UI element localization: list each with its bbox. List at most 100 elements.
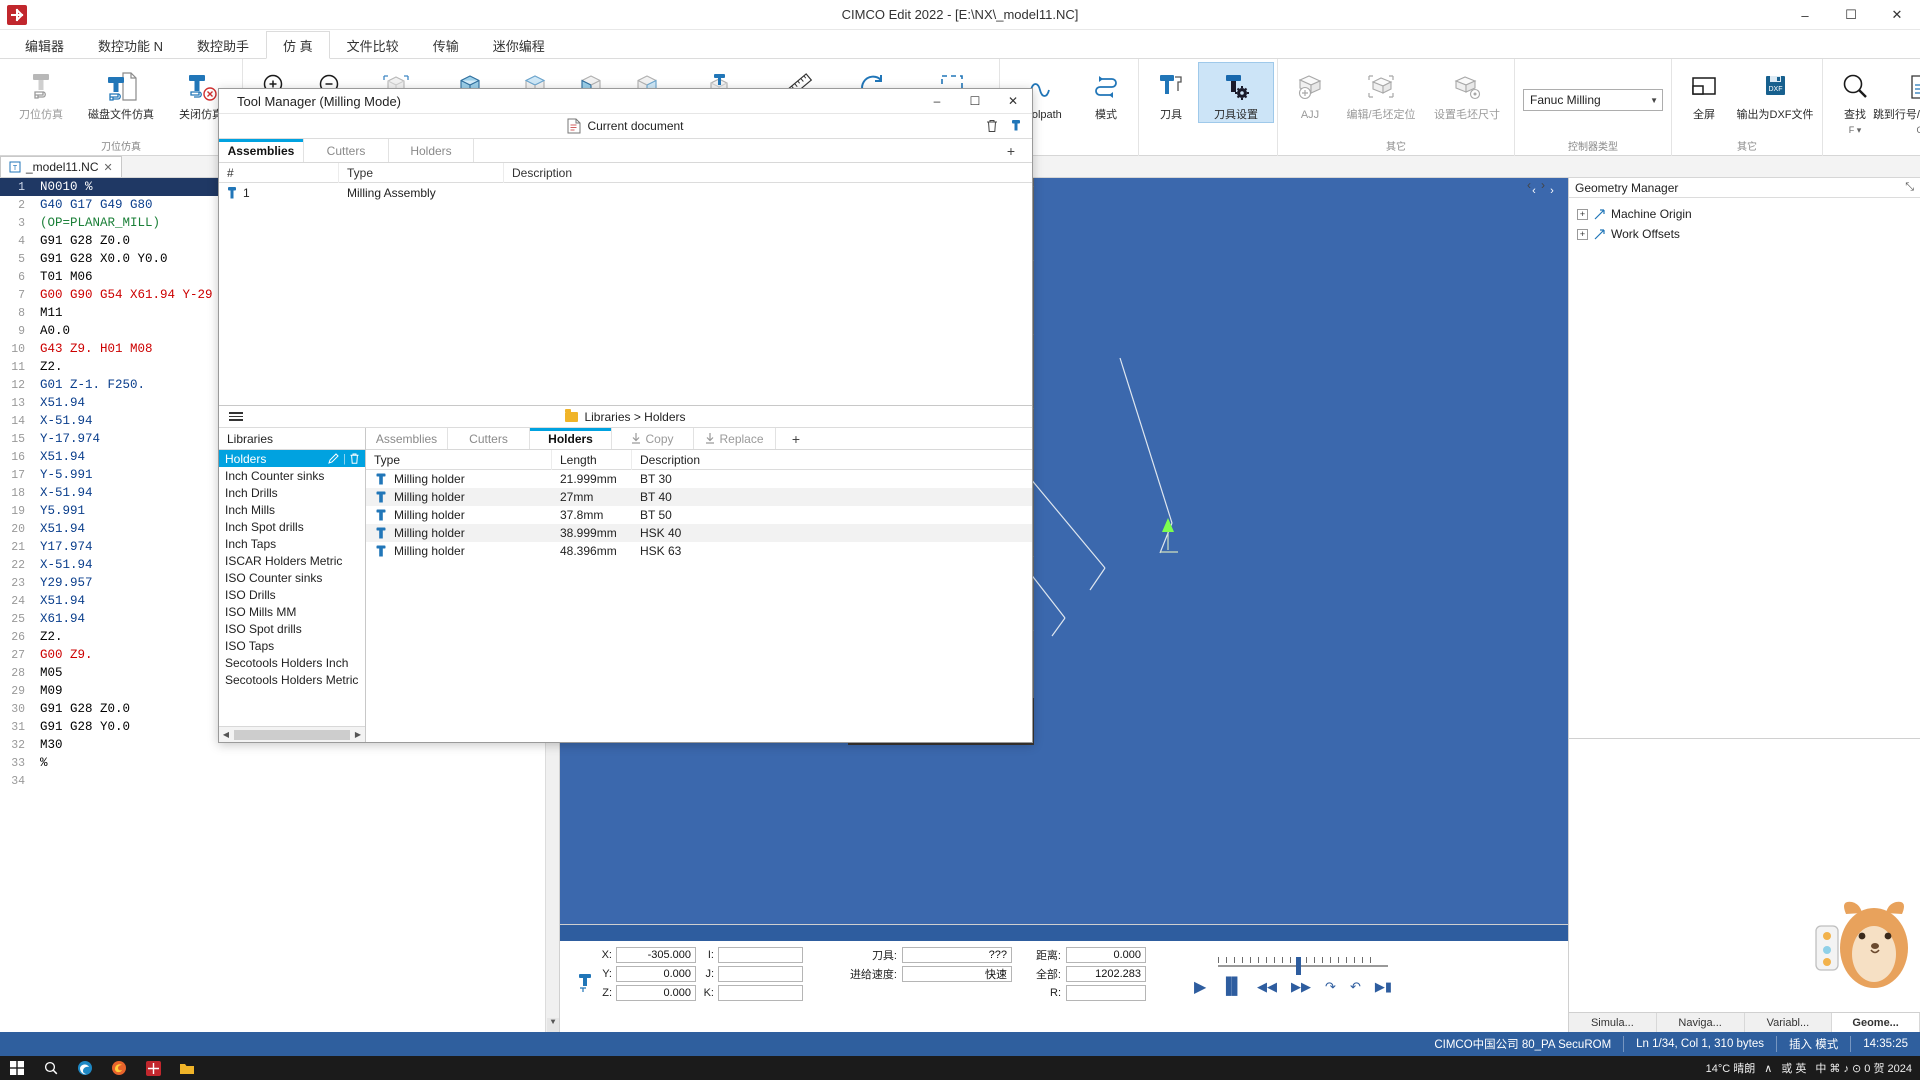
windows-start-icon[interactable] xyxy=(0,1056,34,1080)
tree-node-work-offsets[interactable]: + Work Offsets xyxy=(1573,224,1916,244)
ribbon-tab-editor[interactable]: 编辑器 xyxy=(8,31,81,59)
ribbon-button-tool-sim[interactable]: 刀位仿真 xyxy=(4,63,78,122)
table-row[interactable]: Milling holder 21.999mm BT 30 xyxy=(366,470,1032,488)
ribbon-button-edit-stock[interactable]: 编辑/毛坯定位 xyxy=(1338,63,1424,122)
field-i[interactable] xyxy=(718,947,803,963)
library-list-item[interactable]: ISO Taps xyxy=(219,637,365,654)
library-list-item[interactable]: ISO Spot drills xyxy=(219,620,365,637)
field-total[interactable]: 1202.283 xyxy=(1066,966,1146,982)
simulation-speed-slider[interactable] xyxy=(1218,949,1388,975)
search-icon[interactable] xyxy=(34,1056,68,1080)
hscroll-thumb[interactable] xyxy=(234,729,350,740)
dialog-minimize-button[interactable]: – xyxy=(918,89,956,114)
libraries-hscrollbar[interactable]: ◀ ▶ xyxy=(219,726,365,742)
ribbon-tab-file-compare[interactable]: 文件比较 xyxy=(330,31,416,59)
loop-forward-button[interactable]: ↷ xyxy=(1325,979,1336,995)
tray-weather[interactable]: 14°C 晴朗 xyxy=(1706,1060,1756,1076)
maximize-button[interactable]: ☐ xyxy=(1828,0,1874,30)
tray-note[interactable]: 中 ⌘ ♪ ⊙ 0 贺 2024 xyxy=(1815,1060,1912,1076)
library-list-item[interactable]: Inch Taps xyxy=(219,535,365,552)
field-r[interactable] xyxy=(1066,985,1146,1001)
tab-assemblies[interactable]: Assemblies xyxy=(219,139,304,162)
tab-cutters[interactable]: Cutters xyxy=(304,139,389,162)
ribbon-tab-nc-assistant[interactable]: 数控助手 xyxy=(180,31,266,59)
viewport-next-icon[interactable]: › xyxy=(1544,182,1560,200)
speed-slider-track[interactable] xyxy=(1218,957,1388,975)
lower-tab-cutters[interactable]: Cutters xyxy=(448,428,530,449)
scroll-down-button[interactable]: ▼ xyxy=(547,1018,559,1032)
table-row[interactable]: Milling holder 48.396mm HSK 63 xyxy=(366,542,1032,560)
ribbon-button-dxf-export[interactable]: DXF 输出为DXF文件 xyxy=(1732,63,1818,122)
copy-button[interactable]: Copy xyxy=(612,428,694,449)
dialog-maximize-button[interactable]: ☐ xyxy=(956,89,994,114)
col-description[interactable]: Description xyxy=(504,163,1032,183)
controller-type-combo[interactable]: Fanuc Milling ▼ xyxy=(1523,89,1663,111)
panel-tab-variables[interactable]: Variabl... xyxy=(1744,1013,1833,1032)
ribbon-button-tool[interactable]: 刀具 xyxy=(1143,63,1199,122)
ribbon-button-goto-line[interactable]: 跳到行号/字号/段号 G xyxy=(1873,63,1920,137)
table-row[interactable]: Milling holder 38.999mm HSK 40 xyxy=(366,524,1032,542)
code-line[interactable]: 33% xyxy=(0,754,559,772)
library-list-item[interactable]: ISO Counter sinks xyxy=(219,569,365,586)
library-list-item[interactable]: ISO Drills xyxy=(219,586,365,603)
folder-icon[interactable] xyxy=(170,1056,204,1080)
panel-next-icon[interactable]: › xyxy=(1541,178,1545,192)
loop-back-button[interactable]: ↶ xyxy=(1350,979,1361,995)
ribbon-button-find[interactable]: 查找 F ▾ xyxy=(1827,63,1883,137)
delete-assembly-icon[interactable] xyxy=(986,119,998,133)
library-list-item[interactable]: Inch Counter sinks xyxy=(219,467,365,484)
library-list-item[interactable]: ISCAR Holders Metric xyxy=(219,552,365,569)
panel-pin-icon[interactable]: ⤡ xyxy=(1905,181,1914,194)
panel-tab-navigator[interactable]: Naviga... xyxy=(1656,1013,1745,1032)
replace-button[interactable]: Replace xyxy=(694,428,776,449)
field-k[interactable] xyxy=(718,985,803,1001)
library-list-item[interactable]: Holders | xyxy=(219,450,365,467)
col-number[interactable]: # xyxy=(219,162,339,183)
hscroll-left-icon[interactable]: ◀ xyxy=(219,730,233,739)
ribbon-tab-simulation[interactable]: 仿 真 xyxy=(266,31,330,59)
panel-tab-geometry[interactable]: Geome... xyxy=(1832,1013,1920,1032)
ribbon-tab-transfer[interactable]: 传输 xyxy=(416,31,476,59)
firefox-icon[interactable] xyxy=(102,1056,136,1080)
delete-icon[interactable] xyxy=(350,453,359,464)
field-j[interactable] xyxy=(718,966,803,982)
library-list-item[interactable]: ISO Mills MM xyxy=(219,603,365,620)
hscroll-right-icon[interactable]: ▶ xyxy=(351,730,365,739)
edit-icon[interactable] xyxy=(328,453,339,464)
expander-icon[interactable]: + xyxy=(1577,228,1588,240)
col-holder-length[interactable]: Length xyxy=(552,449,632,470)
library-list-item[interactable]: Inch Drills xyxy=(219,484,365,501)
play-button[interactable]: ▶ xyxy=(1194,977,1206,997)
field-tool[interactable]: ??? xyxy=(902,947,1012,963)
document-tab-close-icon[interactable]: ✕ xyxy=(103,161,112,174)
table-row[interactable]: Milling holder 37.8mm BT 50 xyxy=(366,506,1032,524)
pause-button[interactable]: ▐▌ xyxy=(1220,978,1243,996)
ribbon-button-tool-settings[interactable]: 刀具设置 xyxy=(1198,62,1274,123)
dialog-close-button[interactable]: ✕ xyxy=(994,89,1032,114)
play-to-end-button[interactable]: ▶▮ xyxy=(1375,979,1392,995)
close-button[interactable]: ✕ xyxy=(1874,0,1920,30)
library-list-item[interactable]: Inch Spot drills xyxy=(219,518,365,535)
panel-tab-simulation[interactable]: Simula... xyxy=(1569,1013,1657,1032)
speed-slider-knob[interactable] xyxy=(1296,957,1301,975)
library-list-item[interactable]: Secotools Holders Metric xyxy=(219,671,365,688)
panel-prev-icon[interactable]: ‹ xyxy=(1527,178,1531,192)
ribbon-button-mode[interactable]: 模式 xyxy=(1078,63,1134,122)
ribbon-button-stock-size[interactable]: 设置毛坯尺寸 xyxy=(1424,63,1510,122)
minimize-button[interactable]: – xyxy=(1782,0,1828,30)
code-line[interactable]: 34 xyxy=(0,772,559,790)
field-y[interactable]: 0.000 xyxy=(616,966,696,982)
simulation-progress-strip[interactable] xyxy=(560,925,1568,941)
lower-tab-holders[interactable]: Holders xyxy=(530,428,612,449)
ribbon-tab-nc-functions[interactable]: 数控功能 N xyxy=(81,31,180,59)
table-row[interactable]: 1 Milling Assembly xyxy=(219,183,1032,203)
add-tool-icon[interactable] xyxy=(1010,119,1022,133)
step-forward-button[interactable]: ▶▶ xyxy=(1291,979,1311,995)
document-tab[interactable]: T _model11.NC ✕ xyxy=(0,156,122,177)
library-list-item[interactable]: Inch Mills xyxy=(219,501,365,518)
step-back-button[interactable]: ◀◀ xyxy=(1257,979,1277,995)
tray-expand-icon[interactable]: ∧ xyxy=(1764,1062,1772,1075)
col-type[interactable]: Type xyxy=(339,162,504,183)
ribbon-button-disk-file-sim[interactable]: 磁盘文件仿真 xyxy=(78,63,164,122)
library-list-item[interactable]: Secotools Holders Inch xyxy=(219,654,365,671)
